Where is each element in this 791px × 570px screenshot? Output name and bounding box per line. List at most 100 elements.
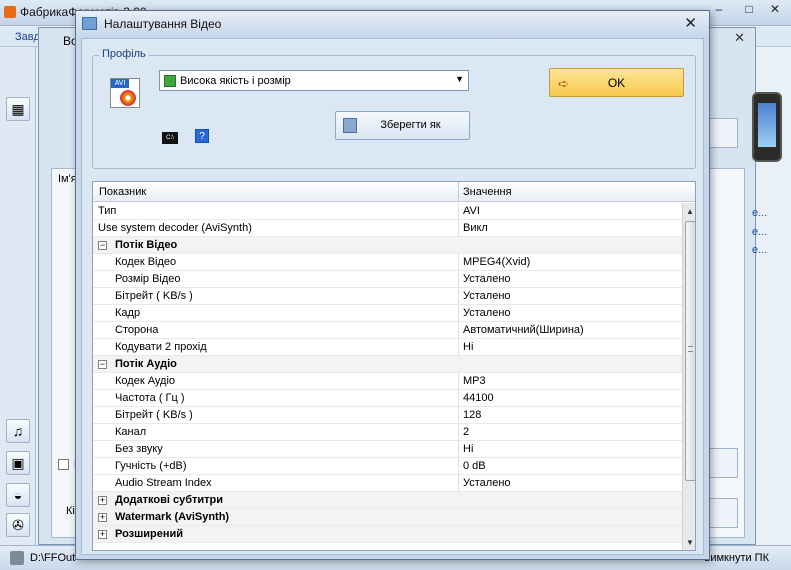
shutdown-option[interactable]: вимкнути ПК xyxy=(705,552,770,564)
grid-property-row[interactable]: Кадр Усталено xyxy=(93,305,682,322)
ok-label: OK xyxy=(607,76,626,90)
property-value[interactable]: Ні xyxy=(463,341,473,353)
maximize-icon[interactable]: □ xyxy=(736,0,762,18)
expand-plus-icon[interactable]: + xyxy=(98,513,107,522)
mobile-device-icon xyxy=(752,92,782,162)
grid-category-row[interactable]: + Watermark (AviSynth) xyxy=(93,509,682,526)
audio-category-icon[interactable]: ♫ xyxy=(6,419,30,443)
checkbox[interactable] xyxy=(58,459,69,470)
folder-icon xyxy=(10,551,24,565)
property-name: Бітрейт ( KB/s ) xyxy=(115,290,193,302)
property-name: Частота ( Гц ) xyxy=(115,392,185,404)
grid-property-row[interactable]: Audio Stream Index Усталено xyxy=(93,475,682,492)
property-value[interactable]: Ні xyxy=(463,443,473,455)
command-line-icon[interactable]: C:\ xyxy=(162,132,178,144)
advanced-icon[interactable]: ✇ xyxy=(6,513,30,537)
property-name: Потік Відео xyxy=(115,239,178,251)
property-name: Watermark (AviSynth) xyxy=(115,511,230,523)
app-logo-icon xyxy=(4,6,16,18)
property-value[interactable]: Усталено xyxy=(463,477,511,489)
property-name: Додаткові субтитри xyxy=(115,494,224,506)
property-grid: Показник Значення Тип AVI Use system decod… xyxy=(92,181,696,551)
expand-plus-icon[interactable]: + xyxy=(98,496,107,505)
scroll-up-icon[interactable]: ▲ xyxy=(683,205,695,219)
grid-property-row[interactable]: Без звуку Ні xyxy=(93,441,682,458)
property-value[interactable]: MP3 xyxy=(463,375,486,387)
close-icon[interactable]: ✕ xyxy=(684,14,697,32)
property-name: Без звуку xyxy=(115,443,163,455)
property-name: Розширений xyxy=(115,528,184,540)
link-1[interactable]: е... xyxy=(752,207,767,219)
save-as-label: Зберегти як xyxy=(380,119,441,131)
property-name: Сторона xyxy=(115,324,159,336)
property-value[interactable]: Автоматичний(Ширина) xyxy=(463,324,584,336)
property-value[interactable]: 0 dB xyxy=(463,460,486,472)
dialog-titlebar: Налаштування Відео ✕ xyxy=(76,11,709,38)
column-header-value: Значення xyxy=(463,186,512,198)
property-name: Кодувати 2 прохід xyxy=(115,341,207,353)
vertical-scrollbar[interactable]: ▲ ▼ xyxy=(682,203,695,550)
grid-property-row[interactable]: Сторона Автоматичний(Ширина) xyxy=(93,322,682,339)
property-value[interactable]: Усталено xyxy=(463,307,511,319)
property-name: Кодек Відео xyxy=(115,256,177,268)
help-icon[interactable]: ? xyxy=(195,129,209,143)
ok-button[interactable]: ➪ OK xyxy=(549,68,684,97)
chevron-down-icon[interactable]: ▼ xyxy=(455,74,464,84)
grid-property-row[interactable]: Бітрейт ( KB/s ) 128 xyxy=(93,407,682,424)
grid-property-row[interactable]: Розмір Відео Усталено xyxy=(93,271,682,288)
grid-category-row[interactable]: − Потік Аудіо xyxy=(93,356,682,373)
property-name: Канал xyxy=(115,426,147,438)
profile-group-label: Профіль xyxy=(99,48,149,60)
property-value[interactable]: 44100 xyxy=(463,392,494,404)
expand-plus-icon[interactable]: + xyxy=(98,530,107,539)
grid-property-row[interactable]: Кодек Аудіо MP3 xyxy=(93,373,682,390)
rom-device-icon[interactable]: ◒ xyxy=(6,483,30,507)
picture-category-icon[interactable]: ▣ xyxy=(6,451,30,475)
property-value[interactable]: MPEG4(Xvid) xyxy=(463,256,530,268)
profile-selected-value: Висока якість і розмір xyxy=(180,75,291,87)
save-as-button[interactable]: Зберегти як xyxy=(335,111,470,140)
task-window-close-icon[interactable]: ✕ xyxy=(734,30,745,46)
collapse-minus-icon[interactable]: − xyxy=(98,360,107,369)
grid-property-row[interactable]: Бітрейт ( KB/s ) Усталено xyxy=(93,288,682,305)
app-close-icon[interactable]: ✕ xyxy=(762,0,788,18)
scroll-down-icon[interactable]: ▼ xyxy=(683,536,695,550)
property-value[interactable]: AVI xyxy=(463,205,480,217)
property-value[interactable]: 2 xyxy=(463,426,469,438)
grid-property-row[interactable]: Тип AVI xyxy=(93,203,682,220)
property-name: Use system decoder (AviSynth) xyxy=(98,222,252,234)
property-value[interactable]: 128 xyxy=(463,409,481,421)
grid-property-row[interactable]: Use system decoder (AviSynth) Викл xyxy=(93,220,682,237)
grid-property-row[interactable]: Частота ( Гц ) 44100 xyxy=(93,390,682,407)
link-3[interactable]: е... xyxy=(752,244,767,256)
column-name-header: Ім'я xyxy=(58,173,77,185)
grid-property-row[interactable]: Кодек Відео MPEG4(Xvid) xyxy=(93,254,682,271)
app-sidebar: ▦ ♫ ▣ ◒ ✇ xyxy=(0,47,36,545)
grid-category-row[interactable]: − Потік Відео xyxy=(93,237,682,254)
grid-category-row[interactable]: + Розширений xyxy=(93,526,682,543)
output-path: D:\FFOut xyxy=(30,552,76,564)
property-name: Тип xyxy=(98,205,117,217)
dialog-body: Профіль AVI Висока якість і розмір ▼ ➪ O… xyxy=(81,38,704,555)
property-name: Audio Stream Index xyxy=(115,477,212,489)
column-header-parameter: Показник xyxy=(99,186,147,198)
video-category-icon[interactable]: ▦ xyxy=(6,97,30,121)
scroll-thumb[interactable] xyxy=(685,221,695,481)
video-settings-dialog: Налаштування Відео ✕ Профіль AVI Висока … xyxy=(75,10,710,560)
property-name: Розмір Відео xyxy=(115,273,181,285)
film-icon xyxy=(164,75,176,87)
link-2[interactable]: е... xyxy=(752,226,767,238)
dialog-title: Налаштування Відео xyxy=(104,17,222,31)
grid-property-row[interactable]: Канал 2 xyxy=(93,424,682,441)
grid-property-row[interactable]: Гучність (+dB) 0 dB xyxy=(93,458,682,475)
grid-property-row[interactable]: Кодувати 2 прохід Ні xyxy=(93,339,682,356)
grid-category-row[interactable]: + Додаткові субтитри xyxy=(93,492,682,509)
profile-dropdown[interactable]: Висока якість і розмір ▼ xyxy=(159,70,469,91)
property-value[interactable]: Викл xyxy=(463,222,488,234)
collapse-minus-icon[interactable]: − xyxy=(98,241,107,250)
property-value[interactable]: Усталено xyxy=(463,290,511,302)
grid-header: Показник Значення xyxy=(93,182,695,202)
menu-task[interactable]: Завд xyxy=(15,31,40,43)
property-name: Кадр xyxy=(115,307,141,319)
property-value[interactable]: Усталено xyxy=(463,273,511,285)
